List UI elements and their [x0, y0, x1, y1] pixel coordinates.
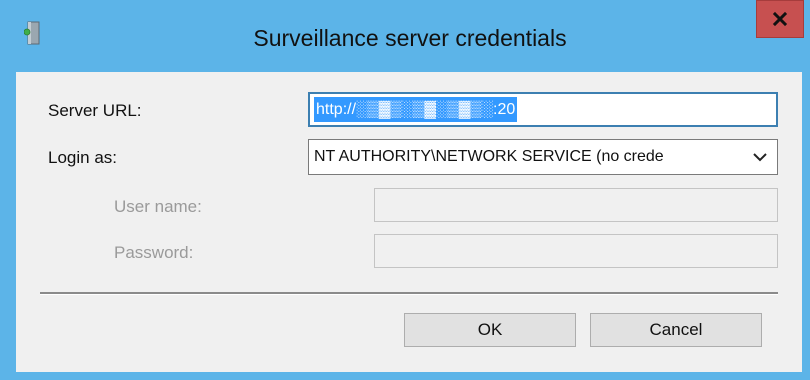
server-url-label: Server URL:: [48, 101, 142, 120]
dialog-body: Server URL: http://░▒▓▒░▒▓░▒▓▒░:20 Login…: [16, 72, 802, 372]
login-as-label: Login as:: [48, 148, 117, 167]
separator: [40, 292, 778, 295]
username-label: User name:: [114, 197, 202, 216]
chevron-down-icon: [753, 153, 767, 162]
password-label: Password:: [114, 243, 194, 262]
login-as-dropdown[interactable]: NT AUTHORITY\NETWORK SERVICE (no crede: [308, 139, 778, 175]
server-url-value: http://░▒▓▒░▒▓░▒▓▒░:20: [314, 97, 518, 122]
close-button[interactable]: [756, 0, 804, 38]
title-bar[interactable]: Surveillance server credentials: [0, 0, 810, 72]
login-as-value: NT AUTHORITY\NETWORK SERVICE (no crede: [314, 148, 664, 165]
password-input: [374, 234, 778, 268]
server-url-input[interactable]: http://░▒▓▒░▒▓░▒▓▒░:20: [308, 92, 778, 127]
username-input: [374, 188, 778, 222]
window-title: Surveillance server credentials: [253, 25, 567, 51]
ok-button[interactable]: OK: [404, 313, 576, 347]
close-icon: [772, 11, 788, 27]
server-icon: [24, 21, 40, 45]
cancel-button[interactable]: Cancel: [590, 313, 762, 347]
dialog-window: Surveillance server credentials Server U…: [0, 0, 810, 380]
